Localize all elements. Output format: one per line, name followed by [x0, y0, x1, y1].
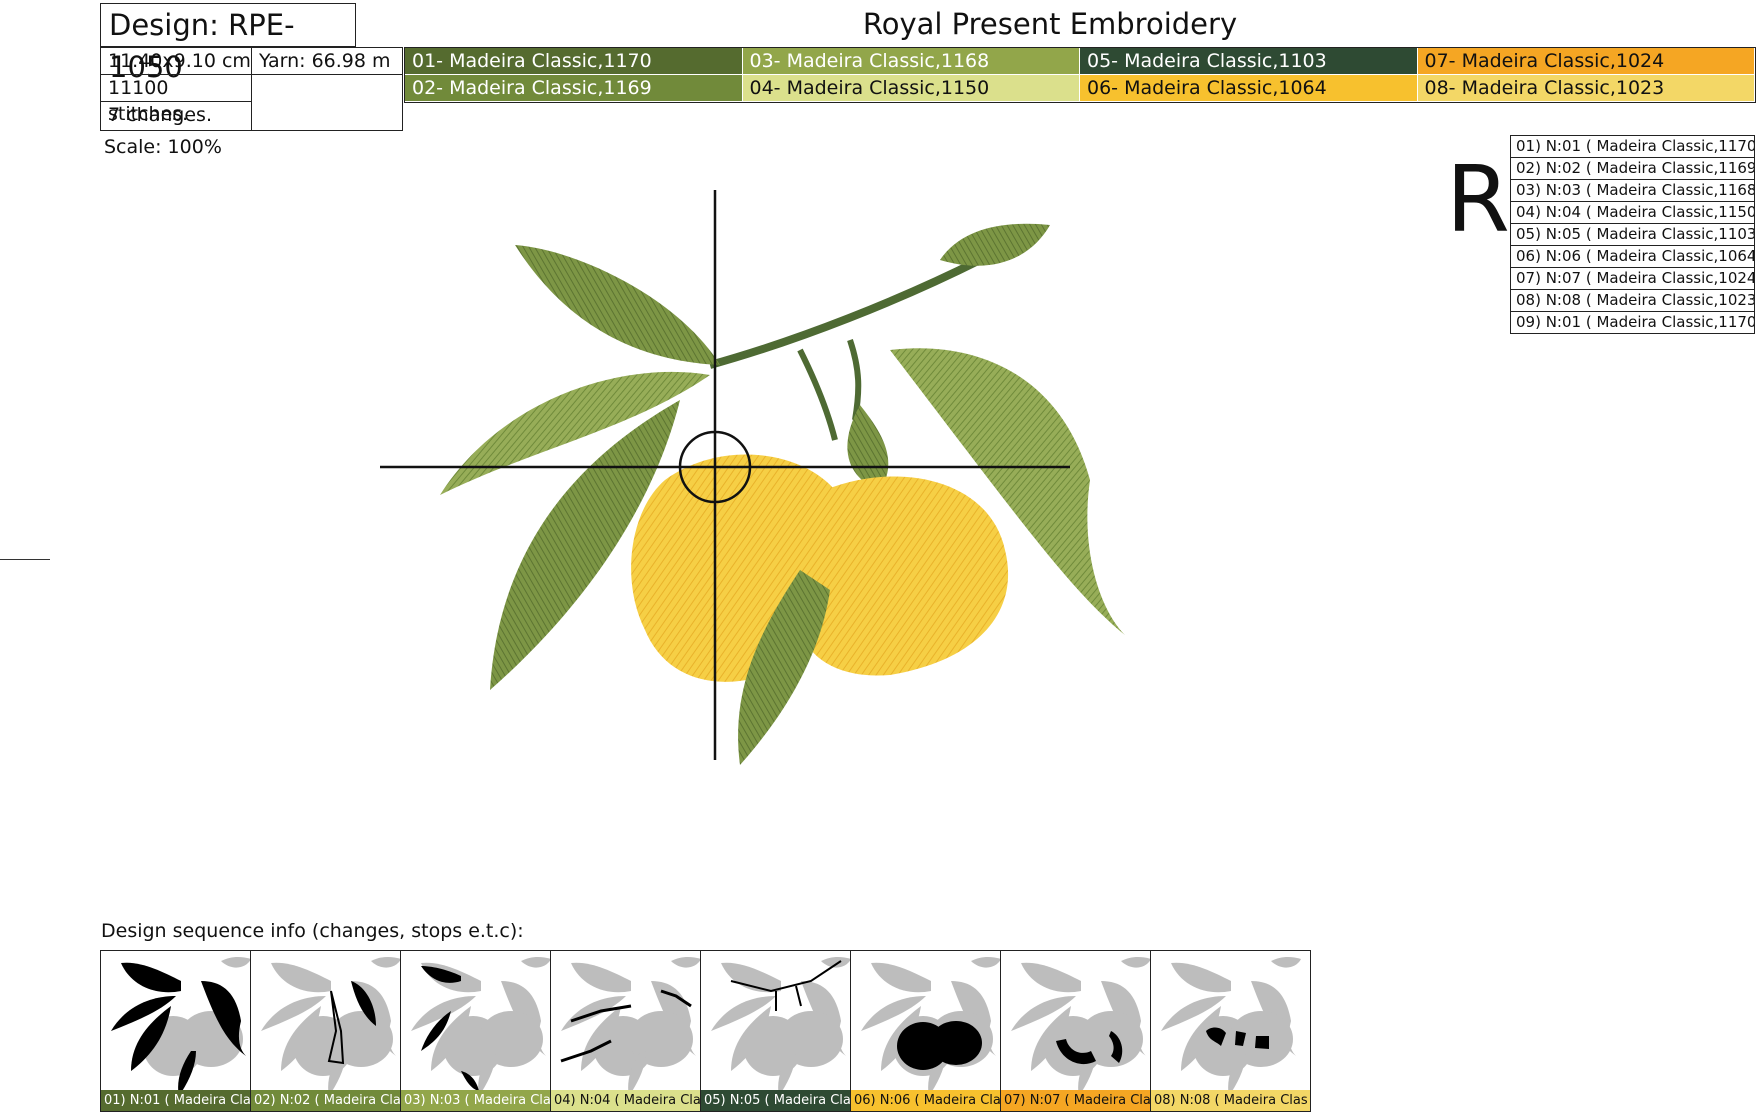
sequence-list-item: 01) N:01 ( Madeira Classic,1170) [1510, 135, 1755, 157]
color-swatch: 08- Madeira Classic,1023 [1417, 75, 1755, 102]
color-sequence-list: 01) N:01 ( Madeira Classic,1170) 02) N:02… [1510, 135, 1755, 334]
thread-color-chart: 01- Madeira Classic,1170 03- Madeira Clas… [404, 47, 1756, 103]
empty-cell [252, 75, 402, 130]
thumbnail-image [711, 956, 851, 1092]
sequence-list-item: 04) N:04 ( Madeira Classic,1150) [1510, 201, 1755, 223]
sequence-list-item: 07) N:07 ( Madeira Classic,1024) [1510, 267, 1755, 289]
thumbnail-label: 04) N:04 ( Madeira Clas [551, 1090, 710, 1111]
sequence-thumbnail: 03) N:03 ( Madeira Clas [400, 950, 561, 1112]
color-swatch: 04- Madeira Classic,1150 [742, 75, 1080, 102]
thumbnail-image [111, 956, 251, 1092]
sequence-thumbnail: 08) N:08 ( Madeira Clas [1150, 950, 1311, 1112]
sequence-thumbnail: 04) N:04 ( Madeira Clas [550, 950, 711, 1112]
sequence-thumbnail: 06) N:06 ( Madeira Clas [850, 950, 1011, 1112]
sequence-thumbnail: 07) N:07 ( Madeira Clas [1000, 950, 1161, 1112]
thumbnail-image [1161, 956, 1301, 1092]
margin-tick [0, 559, 50, 560]
sequence-list-item: 08) N:08 ( Madeira Classic,1023) [1510, 289, 1755, 311]
thumbnail-label: 01) N:01 ( Madeira Clas [101, 1090, 260, 1111]
color-swatch: 02- Madeira Classic,1169 [405, 75, 743, 102]
design-size: 11.40x9.10 cm [101, 48, 252, 75]
thumbnail-label: 06) N:06 ( Madeira Clas [851, 1090, 1010, 1111]
scale-label: Scale: 100% [104, 136, 222, 158]
design-preview [360, 180, 1220, 860]
sequence-thumbnail: 02) N:02 ( Madeira Clas [250, 950, 411, 1112]
thumbnail-label: 08) N:08 ( Madeira Clas [1151, 1090, 1310, 1111]
stem [797, 348, 838, 441]
design-stats-table: 11.40x9.10 cm Yarn: 66.98 m 11100 stitch… [100, 47, 403, 131]
color-swatch: 07- Madeira Classic,1024 [1417, 48, 1755, 75]
sequence-list-item: 02) N:02 ( Madeira Classic,1169) [1510, 157, 1755, 179]
company-name: Royal Present Embroidery [862, 7, 1238, 41]
color-swatch: 03- Madeira Classic,1168 [742, 48, 1080, 75]
badge-letter: R [1446, 146, 1510, 253]
thumbnail-image [560, 956, 701, 1092]
stem [847, 339, 862, 421]
thumbnail-image [861, 956, 1001, 1092]
sequence-thumbnail: 01) N:01 ( Madeira Clas [100, 950, 261, 1112]
thumbnail-image [261, 956, 401, 1092]
thumbnail-image [1011, 956, 1151, 1092]
thumbnail-label: 07) N:07 ( Madeira Clas [1001, 1090, 1160, 1111]
change-count: 7 changes. [101, 102, 252, 130]
yarn-length: Yarn: 66.98 m [252, 48, 402, 75]
sequence-list-item: 03) N:03 ( Madeira Classic,1168) [1510, 179, 1755, 201]
color-swatch: 01- Madeira Classic,1170 [405, 48, 743, 75]
leaf [515, 245, 720, 365]
thumbnail-label: 03) N:03 ( Madeira Clas [401, 1090, 560, 1111]
thumbnail-label: 02) N:02 ( Madeira Clas [251, 1090, 410, 1111]
sequence-list-item: 06) N:06 ( Madeira Classic,1064) [1510, 245, 1755, 267]
lemon-branch-illustration [360, 180, 1125, 765]
sequence-list-item: 05) N:05 ( Madeira Classic,1103) [1510, 223, 1755, 245]
sequence-thumbnail: 05) N:05 ( Madeira Clas [700, 950, 861, 1112]
leaf [940, 223, 1050, 266]
sequence-info-title: Design sequence info (changes, stops e.t… [101, 920, 524, 942]
color-swatch: 06- Madeira Classic,1064 [1080, 75, 1418, 102]
color-swatch: 05- Madeira Classic,1103 [1080, 48, 1418, 75]
thumbnail-label: 05) N:05 ( Madeira Clas [701, 1090, 860, 1111]
thumbnail-image [411, 956, 551, 1092]
stitch-count: 11100 stitches. [101, 75, 252, 125]
design-title: Design: RPE-1050 [100, 3, 356, 84]
sequence-list-item: 09) N:01 ( Madeira Classic,1170) [1510, 311, 1755, 334]
